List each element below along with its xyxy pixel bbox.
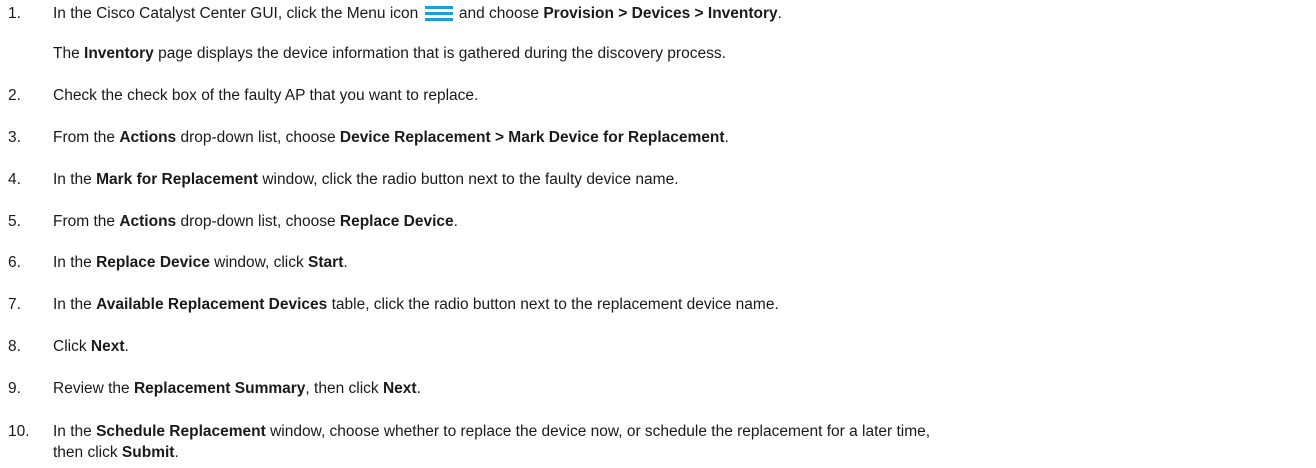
text-run: In the [53,171,97,188]
text-run: The [53,45,85,62]
step-text: In the Mark for Replacement window, clic… [53,171,679,189]
text-run: From the [53,213,120,230]
procedure-document: 1. In the Cisco Catalyst Center GUI, clic… [0,0,1316,468]
step-text: In the Schedule Replacement window, choo… [53,423,930,441]
step-number: 4. [8,171,21,188]
step-text: In the Cisco Catalyst Center GUI, click … [53,5,782,23]
text-run: and choose [454,5,544,22]
step-number: 6. [8,254,21,271]
step-number: 7. [8,296,21,313]
bold-text: Replace Device [96,254,210,271]
step-text: From the Actions drop-down list, choose … [53,129,729,147]
text-run: In the [53,254,97,271]
menu-icon [424,5,453,21]
step-number: 5. [8,213,21,230]
step-text: Click Next. [53,338,129,356]
text-run: . [724,129,729,146]
step-text: Review the Replacement Summary, then cli… [53,380,421,398]
step-text: From the Actions drop-down list, choose … [53,213,458,231]
text-run: In the [53,423,97,440]
bold-text: Actions [119,129,177,146]
text-run: Click [53,338,91,355]
step-number: 8. [8,338,21,355]
text-run: table, click the radio button next to th… [327,296,779,313]
text-run: In the Cisco Catalyst Center GUI, click … [53,5,423,22]
text-run: In the [53,296,97,313]
bold-text: Inventory [84,45,154,62]
text-run: window, click the radio button next to t… [258,171,679,188]
text-run: . [124,338,129,355]
text-run: Review the [53,380,134,397]
step-text: Check the check box of the faulty AP tha… [53,87,478,105]
step-number: 3. [8,129,21,146]
bold-text: Available Replacement Devices [96,296,328,313]
text-run: . [174,444,179,461]
text-run: window, click [209,254,309,271]
bold-text: Submit [121,444,175,461]
text-run: , then click [305,380,383,397]
bold-text: Schedule Replacement [96,423,266,440]
text-run: . [777,5,782,22]
bold-text: Replace Device [339,213,454,230]
text-run: From the [53,129,120,146]
bold-text: Provision > Devices > Inventory [543,5,778,22]
text-run: Check the check box of the faulty AP tha… [53,87,479,104]
step-text: In the Replace Device window, click Star… [53,254,348,272]
step-number: 2. [8,87,21,104]
step-subtext: then click Submit. [53,444,179,462]
bold-text: Replacement Summary [133,380,306,397]
bold-text: Device Replacement > Mark Device for Rep… [339,129,725,146]
step-number: 9. [8,380,21,397]
text-run: . [416,380,421,397]
bold-text: Next [382,380,417,397]
text-run: page displays the device information tha… [153,45,726,62]
text-run: . [343,254,348,271]
bold-text: Actions [119,213,177,230]
bold-text: Start [308,254,344,271]
step-text: In the Available Replacement Devices tab… [53,296,779,314]
text-run: drop-down list, choose [176,129,340,146]
text-run: drop-down list, choose [176,213,340,230]
text-run: . [453,213,458,230]
step-number: 1. [8,5,21,22]
text-run: window, choose whether to replace the de… [265,423,931,440]
bold-text: Next [90,338,125,355]
step-number: 10. [8,423,30,440]
step-subtext: The Inventory page displays the device i… [53,45,726,63]
text-run: then click [53,444,122,461]
bold-text: Mark for Replacement [96,171,259,188]
